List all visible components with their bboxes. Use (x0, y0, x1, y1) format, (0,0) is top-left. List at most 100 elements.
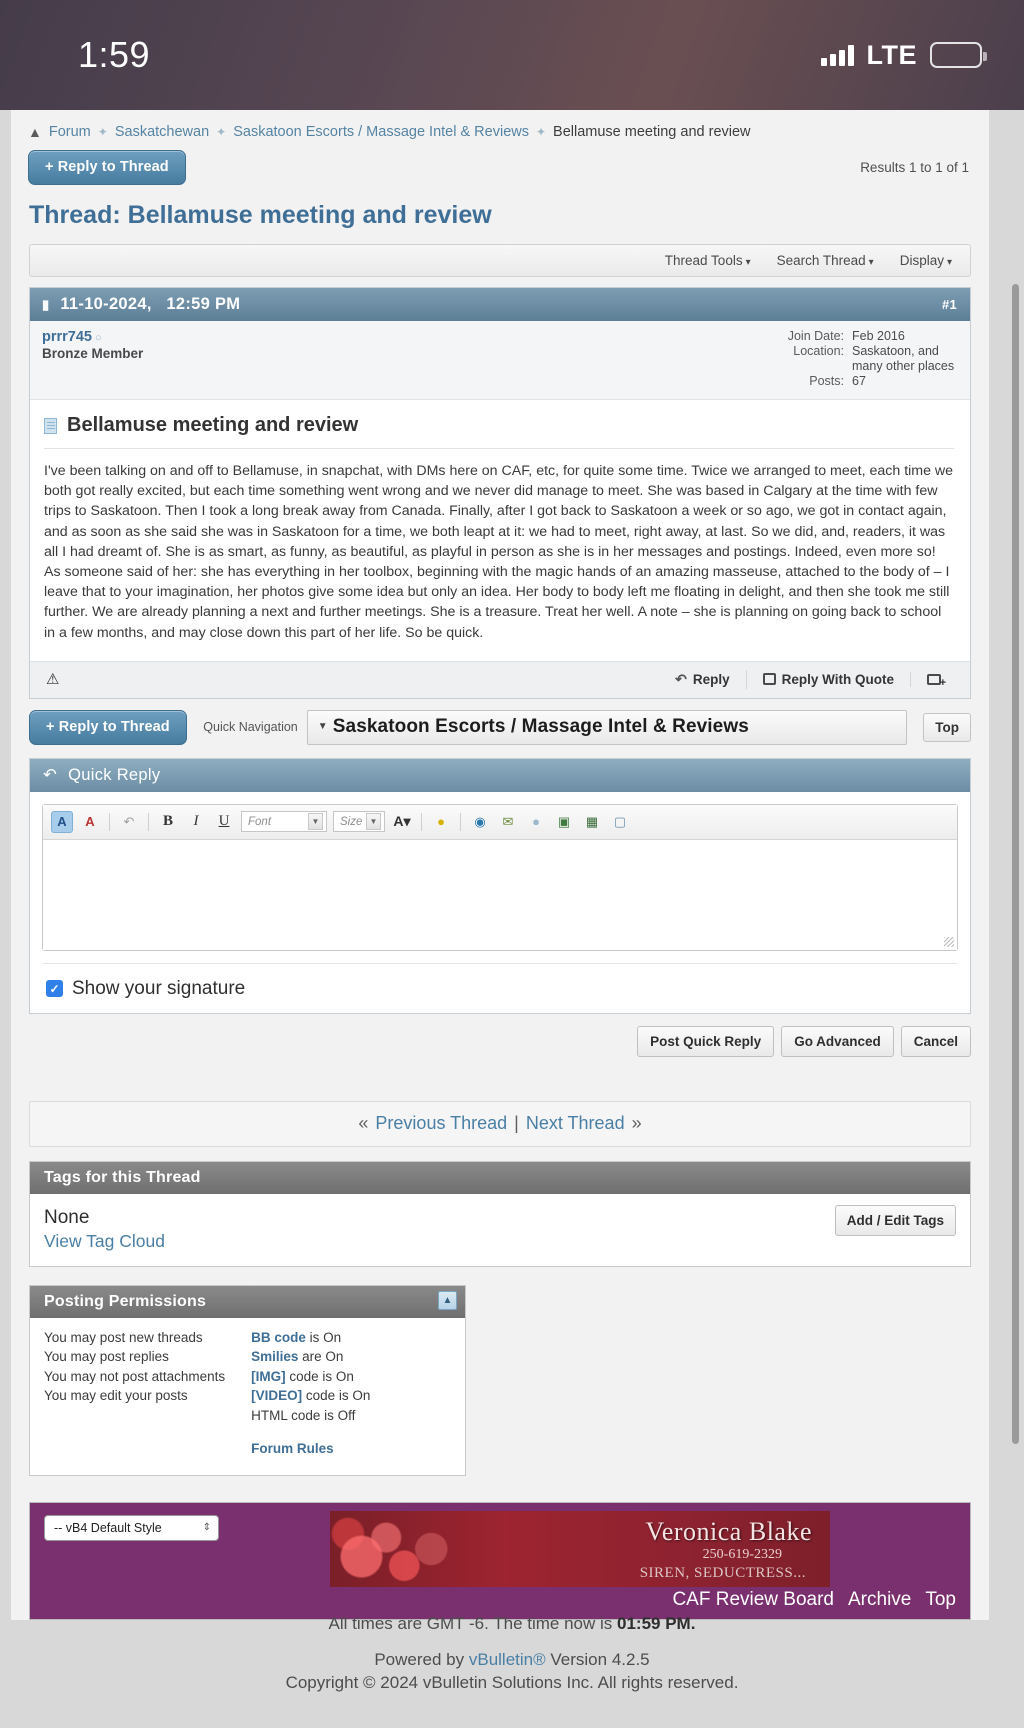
post-body: Bellamuse meeting and review I've been t… (30, 400, 970, 661)
smilies-link[interactable]: Smilies (251, 1349, 298, 1364)
reply-arrow-icon: ↶ (675, 670, 687, 687)
thread-nav-divider: | (514, 1113, 519, 1134)
breadcrumb-item-subforum[interactable]: Saskatoon Escorts / Massage Intel & Revi… (233, 124, 529, 140)
post-meta: prrr745 ○ Bronze Member Join Date: Feb 201… (30, 321, 970, 400)
page-container: ▲ Forum ✦ Saskatchewan ✦ Saskatoon Escor… (0, 110, 1024, 1728)
html-state: HTML code is Off (251, 1407, 356, 1423)
show-signature-checkbox[interactable]: ✓ (46, 980, 63, 998)
breadcrumb-item-saskatchewan[interactable]: Saskatchewan (115, 124, 209, 140)
bbcode-link[interactable]: BB code (251, 1330, 306, 1345)
permissions-header-label: Posting Permissions (44, 1292, 207, 1310)
font-size-select[interactable]: Size ▼ (333, 811, 385, 833)
email-link-icon[interactable]: ✉ (497, 811, 519, 833)
post-author-name[interactable]: prrr745 ○ (42, 329, 143, 345)
home-icon[interactable]: ▲ (28, 124, 42, 140)
multi-quote-button[interactable] (910, 671, 957, 689)
network-type-label: LTE (866, 39, 917, 70)
thread-prefix: Thread: (29, 201, 121, 229)
remove-text-formatting-icon[interactable]: A (51, 810, 73, 833)
next-thread-link[interactable]: Next Thread (526, 1113, 625, 1134)
video-link[interactable]: [VIDEO] (251, 1388, 302, 1403)
battery-icon (930, 42, 987, 68)
post-time: 12:59 PM (166, 295, 241, 313)
style-selector[interactable]: -- vB4 Default Style ⇕ (44, 1514, 219, 1541)
post-date-group: ▮ 11-10-2024, 12:59 PM (42, 295, 240, 314)
stat-value: Saskatoon, and (852, 344, 939, 358)
go-advanced-button[interactable]: Go Advanced (781, 1025, 894, 1057)
banner-phone: 250-619-2329 (702, 1546, 782, 1562)
previous-thread-link[interactable]: Previous Thread (375, 1113, 507, 1134)
warning-triangle-icon[interactable]: ⚠ (46, 670, 59, 688)
search-thread-menu[interactable]: Search Thread (777, 253, 874, 268)
prev-thread-symbol: « (358, 1113, 369, 1134)
italic-icon[interactable]: I (185, 811, 207, 833)
post-date: 11-10-2024, (60, 295, 152, 313)
permission-item: You may post replies (44, 1349, 169, 1365)
img-link[interactable]: [IMG] (251, 1369, 286, 1384)
powered-by-text: Powered by (374, 1650, 465, 1669)
font-color-icon[interactable]: A▾ (391, 811, 413, 833)
post-header: ▮ 11-10-2024, 12:59 PM #1 (30, 288, 970, 321)
bbcode-state: is On (305, 1329, 342, 1345)
cancel-button[interactable]: Cancel (900, 1025, 971, 1057)
insert-image-icon[interactable]: ▣ (553, 811, 575, 833)
permissions-header: Posting Permissions ▲ (30, 1285, 465, 1318)
breadcrumb-item-forum[interactable]: Forum (49, 124, 91, 140)
author-username: prrr745 (42, 329, 92, 345)
status-bar-indicators: LTE (820, 39, 987, 71)
style-selector-value: -- vB4 Default Style (54, 1520, 162, 1535)
copyright-line: Copyright © 2024 vBulletin Solutions Inc… (285, 1673, 739, 1692)
stat-value: 67 (852, 374, 866, 388)
add-edit-tags-button[interactable]: Add / Edit Tags (834, 1204, 956, 1236)
resize-grip-icon[interactable] (944, 936, 954, 947)
underline-icon[interactable]: U (213, 811, 235, 833)
tags-header: Tags for this Thread (30, 1161, 970, 1194)
unlink-icon[interactable]: ● (525, 811, 547, 833)
reply-with-quote-button[interactable]: Reply With Quote (745, 669, 910, 689)
display-menu[interactable]: Display (900, 253, 952, 268)
view-tag-cloud-link[interactable]: View Tag Cloud (44, 1231, 165, 1251)
smilies-status: Smilies are On (251, 1347, 370, 1367)
insert-link-icon[interactable]: ◉ (469, 811, 491, 833)
banner-tagline: SIREN, SEDUCTRESS... (639, 1564, 806, 1581)
tags-panel: Tags for this Thread None View Tag Cloud… (29, 1160, 971, 1267)
status-bar: 1:59 LTE (0, 0, 1024, 110)
stat-label: Location: (793, 344, 844, 358)
wysiwyg-editor: A A ↶ B I U Font ▼ Size ▼ A▾ ● ◉ ✉ ● ▣ ▦… (42, 803, 958, 951)
permission-item: You may edit your posts (44, 1388, 188, 1404)
show-signature-label: Show your signature (72, 977, 246, 999)
permissions-right-column: BB code is On Smilies are On [IMG] code … (251, 1328, 370, 1459)
forum-rules-link[interactable]: Forum Rules (251, 1439, 370, 1459)
breadcrumb-separator-icon: ✦ (216, 125, 227, 139)
quick-reply-panel: ↶ Quick Reply A A ↶ B I U Font ▼ Size ▼ … (29, 757, 971, 1014)
post-container: ▮ 11-10-2024, 12:59 PM #1 prrr745 ○ Bronz… (29, 287, 971, 699)
page-scrollbar[interactable] (1012, 284, 1019, 1444)
reply-label: Reply (692, 671, 730, 687)
thread-tools-menu[interactable]: Thread Tools (665, 253, 751, 268)
tags-none: None (44, 1206, 90, 1228)
bold-icon[interactable]: B (157, 811, 179, 833)
wrap-quotes-icon[interactable]: ▢ (609, 811, 631, 833)
vbulletin-link[interactable]: vBulletin® (469, 1650, 546, 1669)
text-color-icon[interactable]: A (79, 811, 101, 833)
post-quick-reply-button[interactable]: Post Quick Reply (637, 1025, 775, 1057)
timezone-line: All times are GMT -6. The time now is 01… (0, 1614, 1024, 1634)
thread-navigation: « Previous Thread | Next Thread » (29, 1100, 971, 1147)
advertisement-banner[interactable]: Veronica Blake 250-619-2329 SIREN, SEDUC… (330, 1510, 830, 1587)
banner-artwork (330, 1510, 555, 1587)
reply-to-thread-button-bottom[interactable]: + Reply to Thread (29, 709, 187, 745)
font-family-select[interactable]: Font ▼ (241, 811, 327, 833)
insert-video-icon[interactable]: ▦ (581, 811, 603, 833)
quick-navigation-select[interactable]: ▼ Saskatoon Escorts / Massage Intel & Re… (306, 709, 907, 745)
quick-reply-textarea[interactable] (43, 839, 957, 950)
quote-icon (762, 673, 776, 686)
smilie-icon[interactable]: ● (430, 811, 452, 833)
signal-bars-icon (820, 44, 854, 66)
reply-to-thread-button-top[interactable]: + Reply to Thread (28, 150, 186, 185)
collapse-icon[interactable]: ▲ (438, 1290, 457, 1310)
post-number[interactable]: #1 (942, 297, 957, 312)
post-actions: ↶ Reply Reply With Quote (659, 669, 957, 690)
undo-icon[interactable]: ↶ (118, 811, 140, 833)
top-button[interactable]: Top (923, 712, 971, 742)
reply-button[interactable]: ↶ Reply (659, 669, 746, 690)
